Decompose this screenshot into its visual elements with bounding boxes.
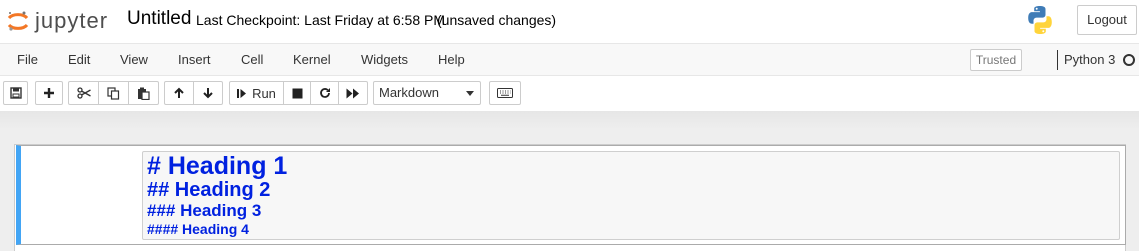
restart-icon <box>319 88 330 98</box>
kernel-idle-icon <box>1123 54 1135 66</box>
kernel-divider <box>1057 50 1058 70</box>
keyboard-icon <box>497 88 513 98</box>
menu-kernel[interactable]: Kernel <box>293 52 331 67</box>
jupyter-orbit-icon <box>7 11 29 31</box>
toolbar-shadow <box>0 111 1139 130</box>
notebook-title[interactable]: Untitled <box>127 8 191 30</box>
move-up-button[interactable] <box>164 81 194 105</box>
arrow-up-icon <box>174 87 184 98</box>
cell-line-3: ### Heading 3 <box>147 201 262 220</box>
menubar: File Edit View Insert Cell Kernel Widget… <box>0 43 1139 76</box>
logo-text: jupyter <box>35 8 109 33</box>
interrupt-button[interactable] <box>283 81 311 105</box>
save-icon <box>9 87 22 99</box>
cell-line-4: #### Heading 4 <box>147 221 249 237</box>
python-logo-icon <box>1028 6 1052 34</box>
plus-icon <box>44 88 54 98</box>
move-down-button[interactable] <box>193 81 223 105</box>
menu-file[interactable]: File <box>17 52 38 67</box>
step-forward-icon <box>237 88 247 98</box>
save-button[interactable] <box>3 81 28 105</box>
cell-input-editor[interactable]: # Heading 1 ## Heading 2 ### Heading 3 #… <box>142 151 1120 240</box>
cell-type-select[interactable]: Markdown <box>373 81 481 105</box>
copy-button[interactable] <box>98 81 129 105</box>
arrow-down-icon <box>203 88 213 99</box>
menu-cell[interactable]: Cell <box>241 52 263 67</box>
restart-button[interactable] <box>310 81 339 105</box>
kernel-name: Python 3 <box>1064 52 1116 67</box>
jupyter-logo[interactable]: jupyter <box>5 8 115 34</box>
cell-type-value: Markdown <box>379 85 439 100</box>
toolbar: Run Markdown <box>0 77 1139 111</box>
logout-button[interactable]: Logout <box>1077 5 1137 35</box>
menu-help[interactable]: Help <box>438 52 465 67</box>
cell-line-1: # Heading 1 <box>147 152 288 180</box>
copy-icon <box>107 86 120 100</box>
cell-line-2: ## Heading 2 <box>147 179 271 201</box>
menu-view[interactable]: View <box>120 52 148 67</box>
run-button[interactable]: Run <box>229 81 284 105</box>
stop-icon <box>292 88 302 98</box>
run-label: Run <box>252 85 276 101</box>
menu-widgets[interactable]: Widgets <box>361 52 408 67</box>
cut-button[interactable] <box>68 81 99 105</box>
insert-cell-button[interactable] <box>35 81 63 105</box>
menu-edit[interactable]: Edit <box>68 52 90 67</box>
chevron-down-icon <box>466 91 474 96</box>
paste-button[interactable] <box>128 81 159 105</box>
menu-insert[interactable]: Insert <box>178 52 211 67</box>
header: jupyter Untitled Last Checkpoint: Last F… <box>0 0 1139 42</box>
trusted-indicator[interactable]: Trusted <box>970 49 1022 71</box>
scissors-icon <box>76 87 91 99</box>
paste-icon <box>138 87 150 100</box>
fast-forward-icon <box>346 88 359 98</box>
checkpoint-status: Last Checkpoint: Last Friday at 6:58 PM <box>196 12 446 28</box>
autosave-status: (unsaved changes) <box>437 12 557 28</box>
command-palette-button[interactable] <box>489 81 521 105</box>
restart-run-all-button[interactable] <box>338 81 368 105</box>
